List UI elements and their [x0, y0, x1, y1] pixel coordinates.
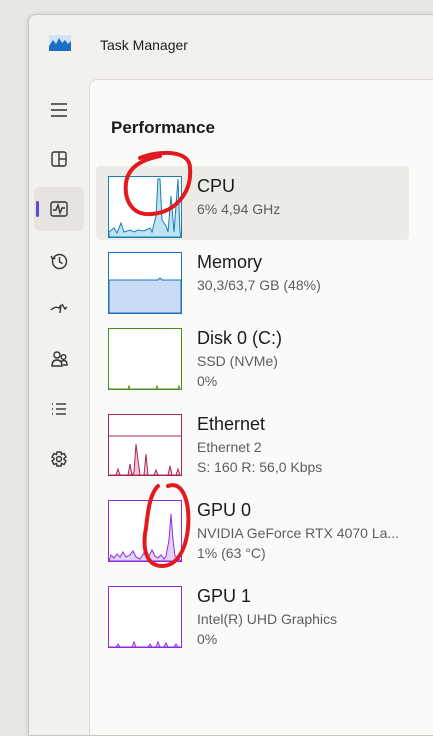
hamburger-menu-button[interactable] [34, 88, 84, 132]
nav-performance[interactable] [34, 187, 84, 231]
details-icon [52, 403, 66, 415]
nav-details[interactable] [34, 387, 84, 431]
nav-startup-apps[interactable] [34, 287, 84, 331]
perf-item-gpu1[interactable]: GPU 1 Intel(R) UHD Graphics 0% [96, 576, 409, 650]
memory-graph [108, 252, 182, 314]
gpu1-graph [108, 586, 182, 648]
memory-usage: 30,3/63,7 GB (48%) [197, 277, 321, 293]
gpu0-model: NVIDIA GeForce RTX 4070 La... [197, 525, 400, 541]
memory-name: Memory [197, 252, 263, 272]
cpu-graph [108, 176, 182, 238]
perf-item-cpu[interactable]: CPU 6% 4,94 GHz [96, 166, 409, 240]
perf-item-disk[interactable]: Disk 0 (C:) SSD (NVMe) 0% [96, 318, 409, 392]
hamburger-icon [51, 103, 67, 117]
disk-type: SSD (NVMe) [197, 353, 278, 369]
gpu0-name: GPU 0 [197, 500, 252, 520]
cpu-name: CPU [197, 176, 236, 196]
nav-services[interactable] [34, 437, 84, 481]
active-indicator [36, 201, 39, 217]
startup-icon [50, 303, 68, 314]
window-title: Task Manager [100, 37, 188, 53]
cpu-usage: 6% 4,94 GHz [197, 201, 281, 217]
page-title: Performance [111, 118, 215, 137]
task-manager-app-icon [49, 35, 71, 51]
performance-icon [50, 201, 68, 217]
disk-usage: 0% [197, 373, 218, 389]
ethernet-graph [108, 414, 182, 476]
task-manager-window: Task Manager Performance CPU 6% 4,94 GHz… [28, 14, 433, 736]
perf-item-memory[interactable]: Memory 30,3/63,7 GB (48%) [96, 242, 409, 316]
gpu1-name: GPU 1 [197, 586, 252, 606]
ethernet-adapter: Ethernet 2 [197, 439, 262, 455]
gpu1-usage: 0% [197, 631, 218, 647]
gpu1-model: Intel(R) UHD Graphics [197, 611, 338, 627]
disk-graph [108, 328, 182, 390]
perf-item-gpu0[interactable]: GPU 0 NVIDIA GeForce RTX 4070 La... 1% (… [96, 490, 409, 564]
history-icon [50, 253, 68, 270]
ethernet-throughput: S: 160 R: 56,0 Kbps [197, 459, 323, 475]
nav-users[interactable] [34, 337, 84, 381]
processes-icon [51, 151, 67, 167]
perf-item-ethernet[interactable]: Ethernet Ethernet 2 S: 160 R: 56,0 Kbps [96, 404, 409, 478]
gpu0-usage: 1% (63 °C) [197, 545, 266, 561]
nav-processes[interactable] [34, 137, 84, 181]
services-icon [51, 451, 67, 467]
nav-app-history[interactable] [34, 239, 84, 283]
ethernet-name: Ethernet [197, 414, 266, 434]
disk-name: Disk 0 (C:) [197, 328, 282, 348]
users-icon [51, 351, 68, 367]
gpu0-graph [108, 500, 182, 562]
performance-panel: Performance CPU 6% 4,94 GHz Memory 30,3/… [89, 79, 433, 735]
